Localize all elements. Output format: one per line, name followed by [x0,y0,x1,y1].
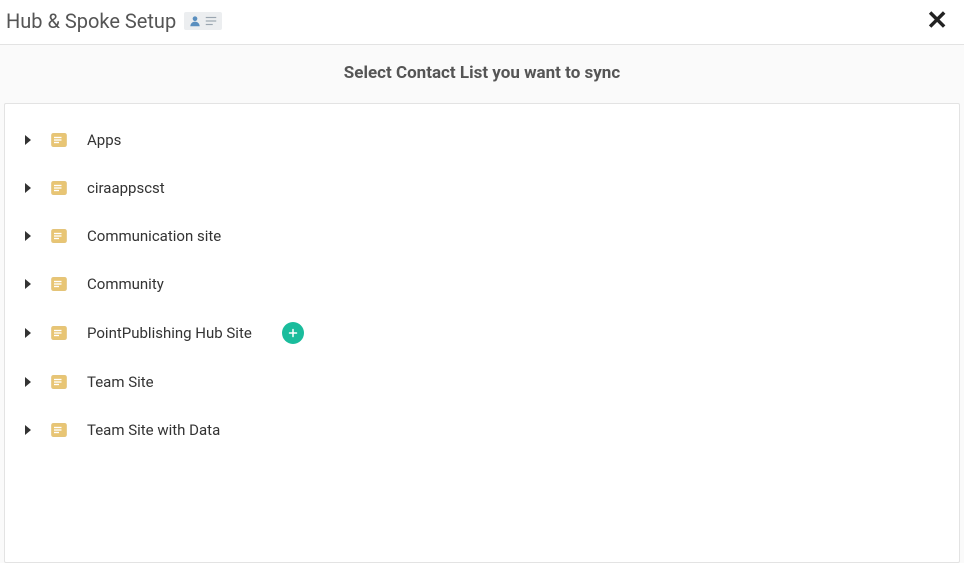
tree-item[interactable]: Communication site [5,212,959,260]
header-left: Hub & Spoke Setup [6,9,222,33]
expand-caret-icon[interactable] [25,231,31,241]
tree-item-label: PointPublishing Hub Site [87,324,252,342]
dialog-header: Hub & Spoke Setup ✕ [0,0,964,45]
person-icon [188,14,202,28]
tree-item[interactable]: Community [5,260,959,308]
tree-item-label: ciraappscst [87,179,165,197]
plus-icon [287,327,299,339]
folder-icon [49,420,69,440]
tree-item[interactable]: Team Site with Data [5,406,959,454]
folder-icon [49,274,69,294]
tree-item-label: Team Site [87,373,154,391]
tree-item[interactable]: Team Site [5,358,959,406]
expand-caret-icon[interactable] [25,425,31,435]
close-button[interactable]: ✕ [922,8,952,34]
dialog-title: Hub & Spoke Setup [6,9,176,33]
subheader-text: Select Contact List you want to sync [0,45,964,103]
expand-caret-icon[interactable] [25,183,31,193]
folder-icon [49,323,69,343]
folder-icon [49,372,69,392]
folder-icon [49,226,69,246]
folder-icon [49,130,69,150]
expand-caret-icon[interactable] [25,135,31,145]
panel-wrap: Apps ciraappscst Communication site Comm… [0,103,964,563]
expand-caret-icon[interactable] [25,279,31,289]
tree-item[interactable]: ciraappscst [5,164,959,212]
list-icon [204,14,218,28]
title-icon-group [184,12,222,30]
tree-item[interactable]: Apps [5,116,959,164]
folder-icon [49,178,69,198]
tree-item-label: Team Site with Data [87,421,220,439]
tree-item[interactable]: PointPublishing Hub Site [5,308,959,358]
expand-caret-icon[interactable] [25,377,31,387]
tree-item-label: Communication site [87,227,221,245]
tree-item-label: Apps [87,131,121,149]
add-button[interactable] [282,322,304,344]
tree-panel: Apps ciraappscst Communication site Comm… [4,103,960,563]
expand-caret-icon[interactable] [25,328,31,338]
tree-item-label: Community [87,275,164,293]
